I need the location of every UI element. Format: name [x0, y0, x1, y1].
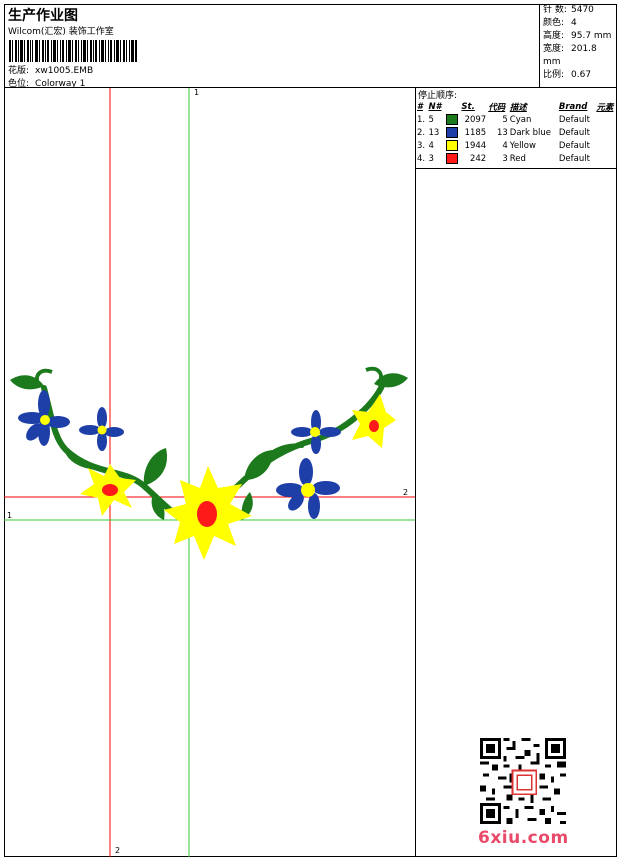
color-swatch [445, 140, 458, 151]
stop-sequence-table: # N# St. 代码 描述 Brand 元素 1. 5 2097 5 Cyan De… [416, 101, 617, 165]
blue-flower-right [276, 458, 340, 519]
yellow-flower-center [164, 466, 252, 560]
embroidery-preview [4, 88, 415, 857]
guide-label: 2 [115, 846, 121, 855]
company-name: Wilcom(汇宏) 装饰工作室 [8, 27, 114, 37]
design-file: 花版: xw1005.EMB [8, 63, 93, 76]
color-swatch [445, 153, 458, 164]
design-stats: 针 数: 5470 颜色: 4 高度: 95.7 mm 宽度: 201.8 mm 比例:… [543, 4, 617, 82]
color-swatch [445, 127, 458, 138]
table-row: 1. 5 2097 5 Cyan Default [417, 114, 590, 125]
design-canvas: 1 1 2 2 [4, 88, 416, 857]
page-title: 生产作业图 [8, 8, 78, 24]
stat-row: 高度: 95.7 mm [543, 31, 612, 41]
stat-row: 宽度: 201.8 mm [543, 44, 597, 67]
yellow-flower-left [80, 464, 136, 516]
stop-sequence-panel: 停止顺序: # N# St. 代码 描述 Brand 元素 1. 5 2097 5 … [416, 88, 617, 169]
stop-sequence-title: 停止顺序: [418, 91, 458, 101]
stat-row: 颜色: 4 [543, 18, 577, 28]
guide-label: 2 [403, 488, 409, 497]
header-info: 生产作业图 Wilcom(汇宏) 装饰工作室 花版: xw1005.EMB 色位… [4, 4, 540, 89]
table-row: 4. 3 242 3 Red Default [417, 153, 590, 164]
design-name: xw1005.EMB [35, 66, 94, 76]
table-row: 3. 4 1944 4 Yellow Default [417, 140, 590, 151]
guide-label: 1 [7, 511, 13, 520]
guide-label: 1 [194, 88, 200, 97]
stat-row: 针 数: 5470 [543, 5, 594, 15]
blue-flower-center-left [79, 407, 124, 451]
design-label: 花版: [8, 66, 30, 76]
table-header: # N# St. 代码 描述 Brand 元素 [417, 102, 614, 113]
barcode [9, 40, 137, 62]
qr-code [480, 738, 566, 824]
header: 生产作业图 Wilcom(汇宏) 装饰工作室 花版: xw1005.EMB 色位… [4, 4, 617, 89]
stat-row: 比例: 0.67 [543, 70, 592, 80]
blue-flower-left [18, 390, 70, 446]
watermark: 6xiu.com [478, 828, 569, 848]
color-swatch [445, 114, 458, 125]
table-row: 2. 13 1185 13 Dark blue Default [417, 127, 590, 138]
